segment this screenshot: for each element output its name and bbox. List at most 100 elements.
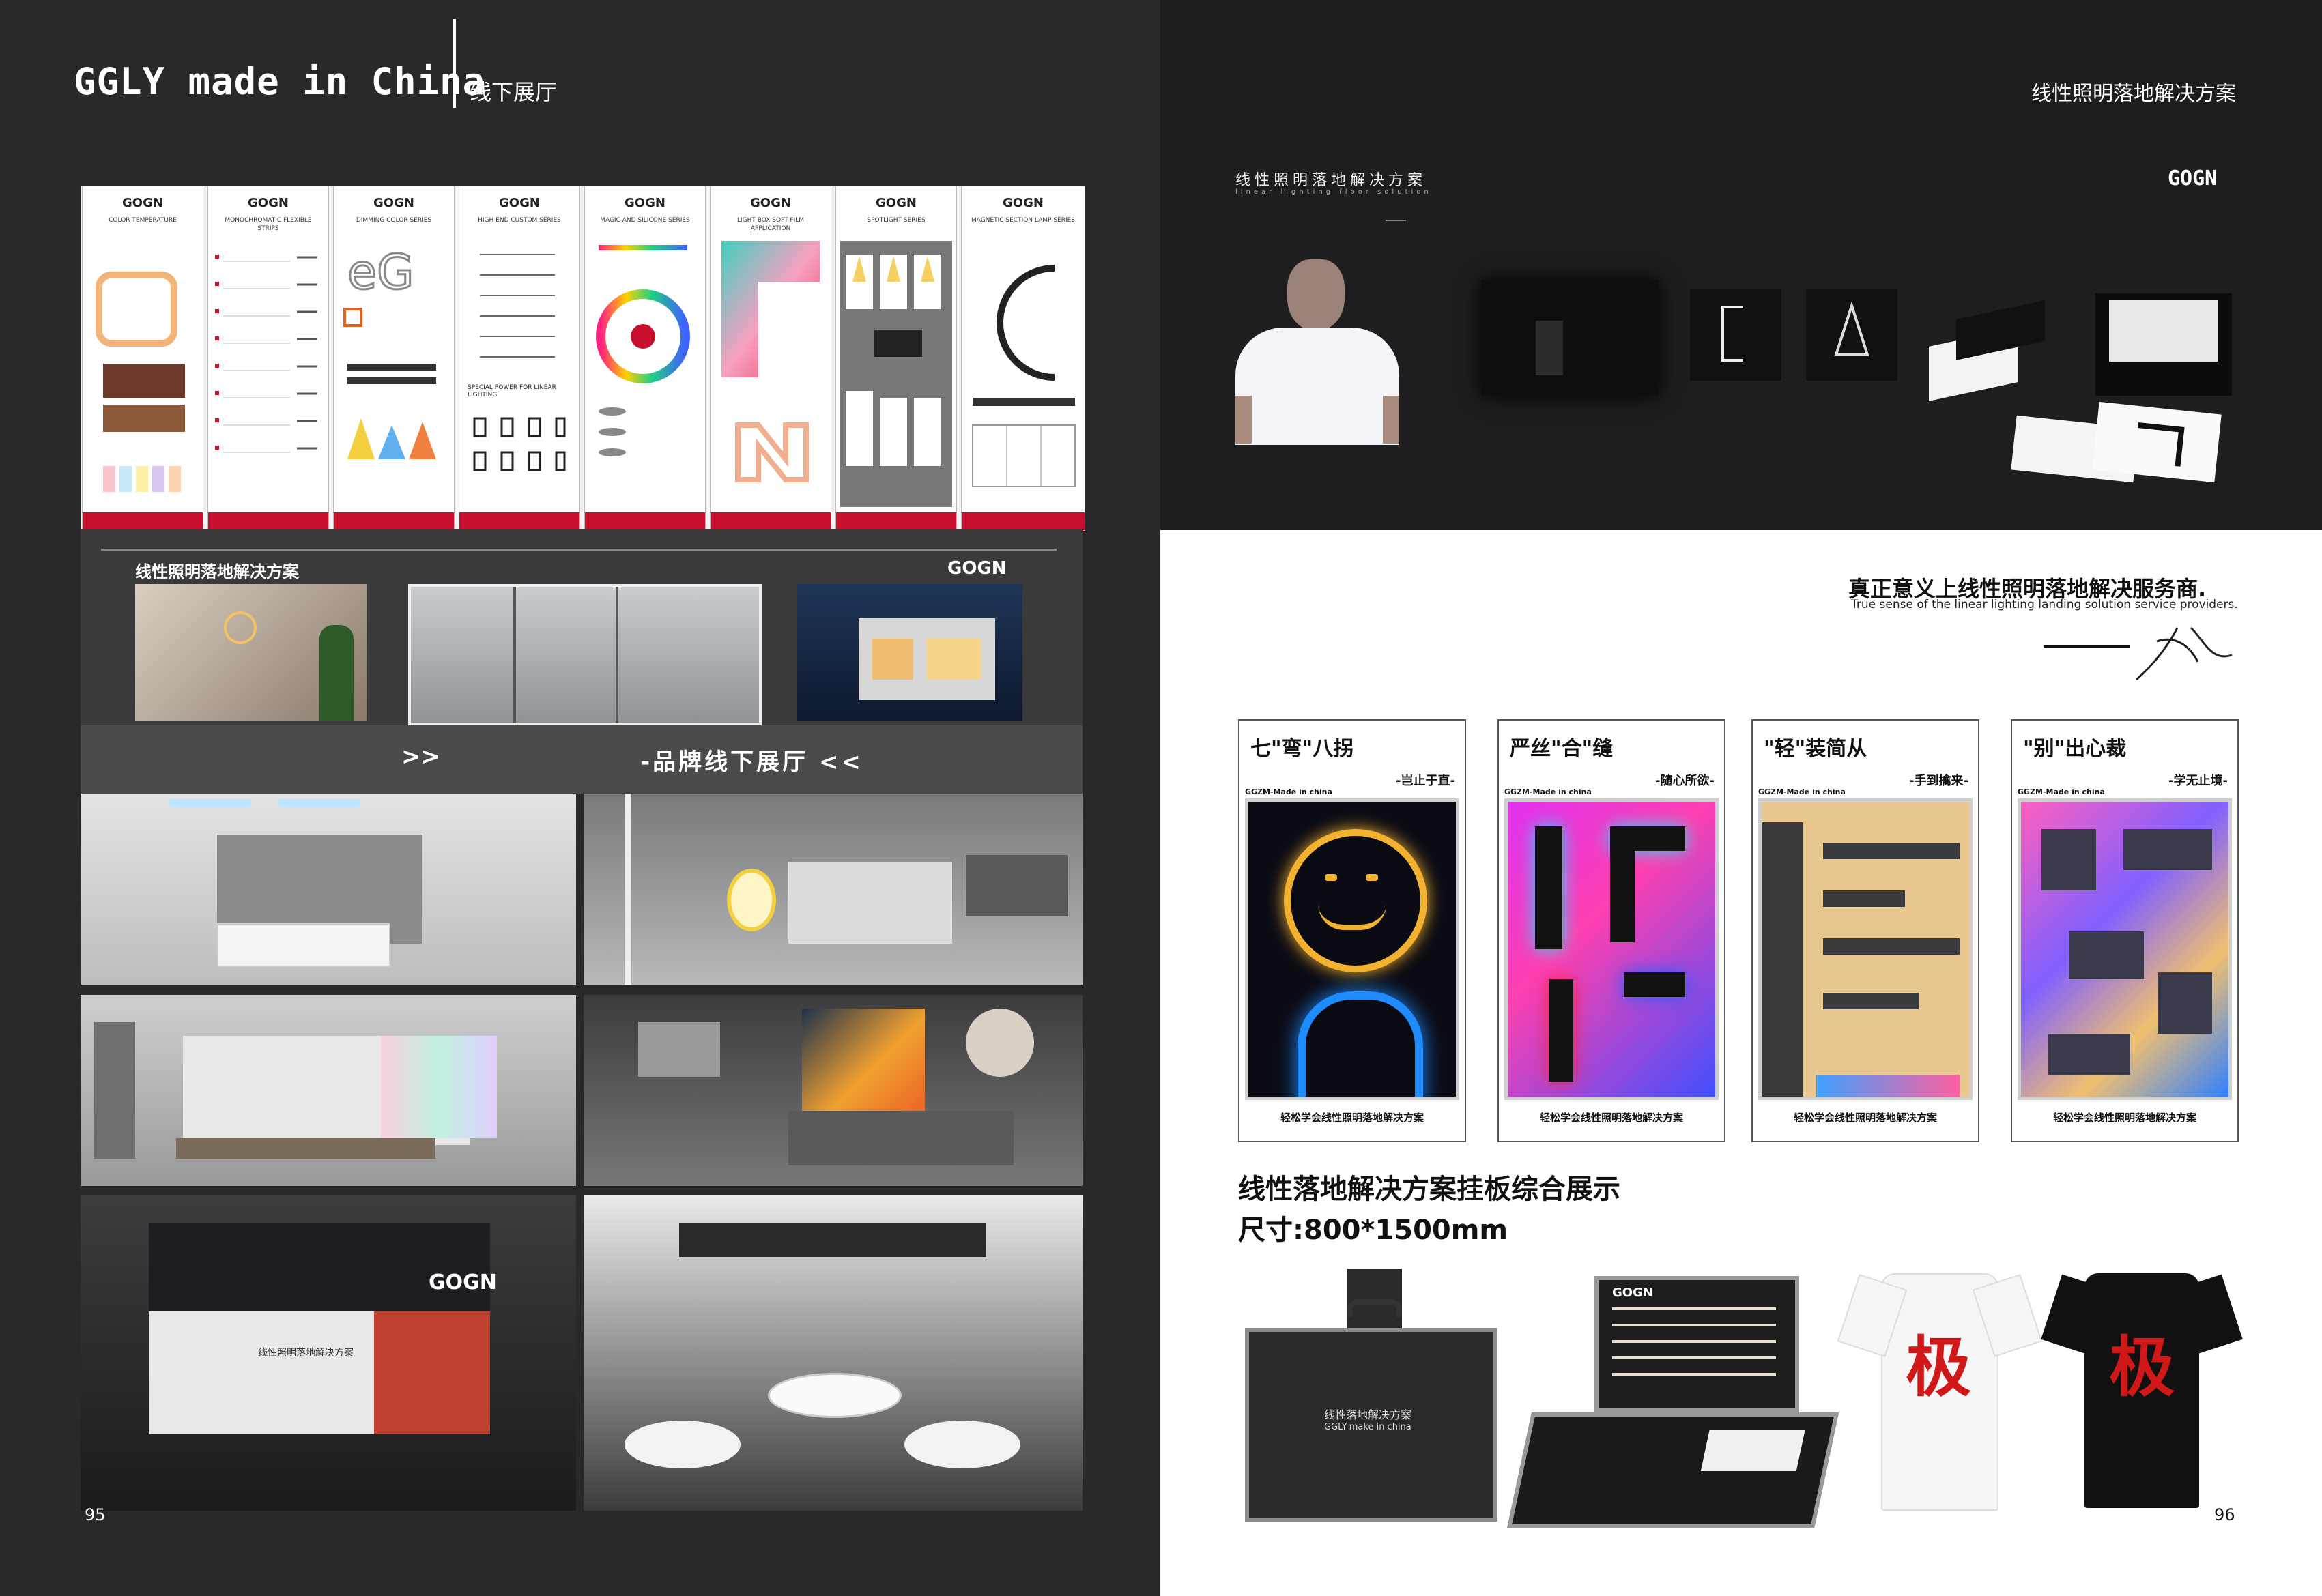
banner-arrows: >>: [401, 743, 440, 770]
showroom-photo-bedroom: [584, 995, 1083, 1186]
card-caption: 轻松学会线性照明落地解决方案: [2052, 1112, 2196, 1124]
showroom-photo-lounge: [584, 1195, 1083, 1511]
card-image: [1758, 798, 1973, 1100]
slogan-en: True sense of the linear lighting landin…: [1851, 598, 2238, 611]
display-card-curve: 七"弯"八拐 -岂止于直- GGZM-Made in china 轻松学会线性照…: [1238, 719, 1466, 1142]
display-card-light: "轻"装简从 -手到擒来- GGZM-Made in china 轻松学会线性照…: [1751, 719, 1979, 1142]
panel-footer: [83, 512, 203, 530]
panel-footer: [459, 512, 579, 530]
panel-graphic: [972, 265, 1076, 487]
shirt-char-white: 极: [1906, 1329, 1971, 1406]
showroom-photo-booth: GOGN 线性照明落地解决方案: [81, 1195, 576, 1511]
panel-row: GOGN COLOR TEMPERATURE GOGN MONOCHROMATI…: [81, 186, 1085, 531]
panel-monochromatic: GOGN MONOCHROMATIC FLEXIBLE STRIPS: [207, 186, 329, 531]
banner-text: -品牌线下展厅 <<: [640, 749, 863, 776]
card-image: [1504, 798, 1719, 1100]
case-text-2: GGLY-make in china: [1324, 1422, 1411, 1432]
promo-subtitle: linear lighting floor solution: [1235, 188, 1432, 196]
panel-graphic: eG: [343, 244, 436, 459]
panel-footer: [208, 512, 328, 530]
tshirt-white: 极: [1837, 1273, 2043, 1511]
panel-light-box: GOGN LIGHT BOX SOFT FILM APPLICATION: [710, 186, 831, 531]
card-subtitle: -随心所欲-: [1655, 774, 1715, 788]
card-title: "别"出心裁: [2023, 737, 2127, 761]
tshirt-black: 极: [2041, 1273, 2243, 1508]
panel-title: HIGH END CUSTOM SERIES: [478, 217, 561, 224]
panel-footer: [585, 512, 705, 530]
case-logo: GOGN: [1612, 1286, 1653, 1300]
wall-window-villa: [797, 584, 1022, 721]
wall-window-interior: [135, 584, 367, 721]
panel-high-end-custom: GOGN HIGH END CUSTOM SERIES SPECIAL POWE…: [459, 186, 580, 531]
packaging-box-small-1: [1690, 289, 1781, 381]
panel-title: DIMMING COLOR SERIES: [356, 217, 432, 224]
showroom-banner: >> -品牌线下展厅 <<: [81, 725, 1083, 794]
promo-logo: GOGN: [2168, 166, 2218, 190]
panel-graphic: [96, 272, 185, 492]
right-header-title: 线性照明落地解决方案: [2031, 82, 2236, 106]
signature-line: [2044, 645, 2130, 648]
case-text-1: 线性落地解决方案: [1324, 1408, 1412, 1421]
showroom-wall-photo: 线性照明落地解决方案 GOGN: [81, 529, 1083, 725]
panel-title: COLOR TEMPERATURE: [109, 217, 177, 224]
panel-footer: [334, 512, 454, 530]
panel-logo: GOGN: [876, 196, 917, 210]
card-title: 严丝"合"缝: [1510, 737, 1614, 761]
panel-graphic: [215, 255, 317, 453]
packaging-box-large: [1481, 280, 1659, 396]
display-size: 尺寸:800*1500mm: [1238, 1215, 1508, 1246]
panel-title: MAGNETIC SECTION LAMP SERIES: [971, 217, 1076, 224]
panel-title: SPOTLIGHT SERIES: [867, 217, 926, 224]
panel-logo: GOGN: [499, 196, 540, 210]
panel-magic-silicone: GOGN MAGIC AND SILICONE SERIES: [584, 186, 706, 531]
panel-logo: GOGN: [1003, 196, 1044, 210]
wall-title: 线性照明落地解决方案: [135, 562, 299, 581]
card-caption: 轻松学会线性照明落地解决方案: [1280, 1112, 1424, 1124]
packaging-card-set: [1929, 289, 2059, 405]
card-subtitle: -学无止境-: [2168, 774, 2228, 788]
panel-graphic: [473, 254, 566, 471]
page-number-right: 96: [2214, 1505, 2235, 1524]
packaging-envelope: [2011, 401, 2222, 483]
card-image: [1245, 798, 1459, 1100]
card-subtitle: -手到擒来-: [1909, 774, 1968, 788]
panel-graphic: [840, 241, 952, 507]
panel-footer: [836, 512, 956, 530]
card-title: "轻"装简从: [1764, 737, 1867, 761]
person-photo: [1235, 259, 1399, 445]
card-made-in: GGZM-Made in china: [1504, 787, 1592, 796]
card-made-in: GGZM-Made in china: [1245, 787, 1332, 796]
panel-logo: GOGN: [122, 196, 163, 210]
promo-title: 线性照明落地解决方案: [1235, 172, 1427, 189]
display-title: 线性落地解决方案挂板综合展示: [1238, 1174, 1620, 1205]
panel-title: MAGIC AND SILICONE SERIES: [600, 217, 690, 224]
panel-footer: [962, 512, 1085, 530]
panel-logo: GOGN: [750, 196, 791, 210]
panel-title: LIGHT BOX SOFT FILM APPLICATION: [736, 217, 805, 232]
card-made-in: GGZM-Made in china: [1758, 787, 1846, 796]
brand-title: GGLY made in China: [74, 60, 486, 103]
panel-magnetic-section: GOGN MAGNETIC SECTION LAMP SERIES: [961, 186, 1085, 531]
page-number-left: 95: [85, 1505, 106, 1524]
booth-text: 线性照明落地解决方案: [258, 1348, 354, 1359]
promo-dash: [1386, 220, 1406, 221]
showroom-photo-reception: [81, 794, 576, 985]
panel-title: MONOCHROMATIC FLEXIBLE STRIPS: [225, 217, 312, 232]
wall-window-glass: [408, 584, 762, 725]
panel-graphic: [721, 241, 820, 482]
brand-divider: [453, 19, 456, 108]
panel-logo: GOGN: [625, 196, 665, 210]
panel-color-temperature: GOGN COLOR TEMPERATURE: [82, 186, 203, 531]
display-card-unique: "别"出心裁 -学无止境- GGZM-Made in china 轻松学会线性照…: [2011, 719, 2239, 1142]
showroom-photo-gallery: [584, 794, 1083, 985]
panel-spotlight: GOGN SPOTLIGHT SERIES: [835, 186, 957, 531]
wall-logo: GOGN: [947, 558, 1007, 579]
card-caption: 轻松学会线性照明落地解决方案: [1793, 1112, 1937, 1124]
panel-dimming-color: GOGN DIMMING COLOR SERIES eG: [333, 186, 455, 531]
packaging-open-box: [2089, 273, 2239, 423]
showroom-photo-dining: [81, 995, 576, 1186]
panel-logo: GOGN: [248, 196, 289, 210]
panel-graphic: [596, 245, 690, 456]
shirt-char-black: 极: [2109, 1329, 2175, 1406]
aluminum-case-open: GOGN: [1506, 1276, 1839, 1528]
